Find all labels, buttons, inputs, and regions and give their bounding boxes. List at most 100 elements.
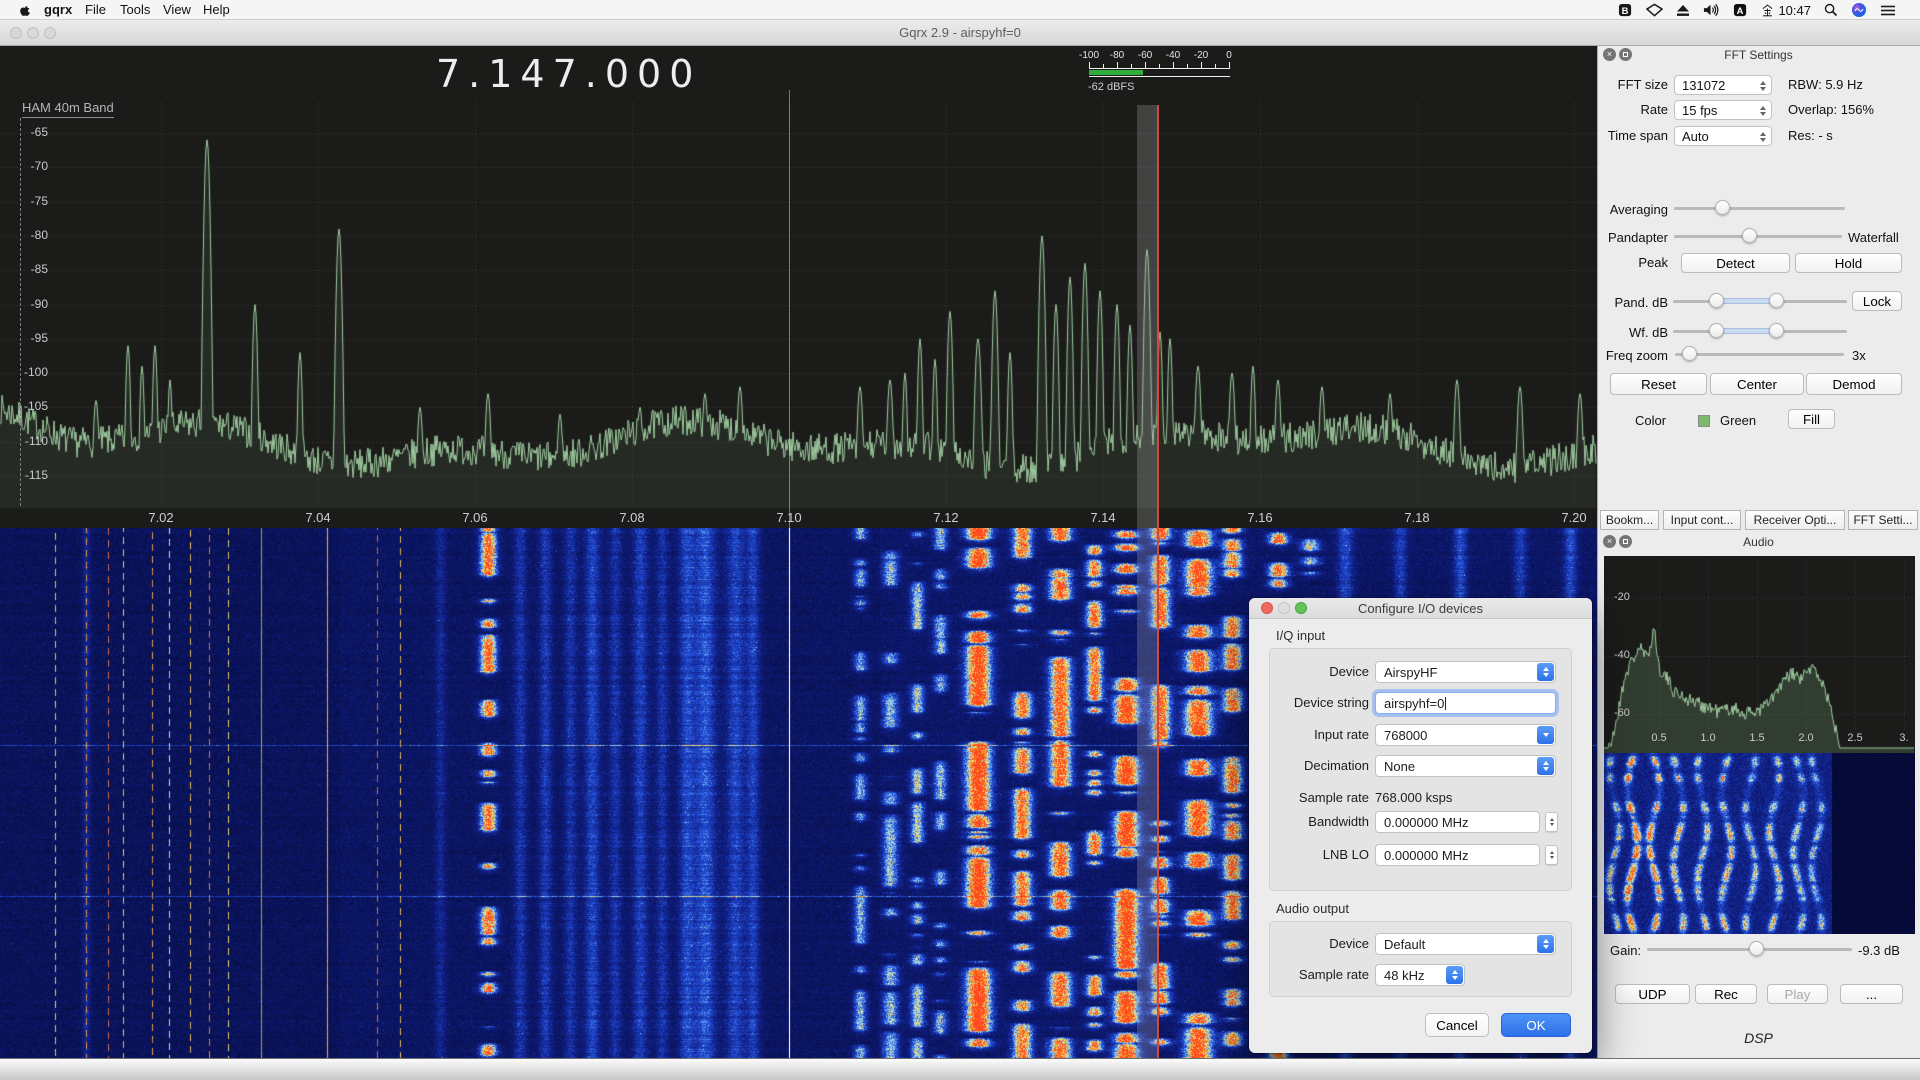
band-plan-tag: HAM 40m Band	[22, 100, 114, 118]
tab-bookmarks[interactable]: Bookm...	[1600, 510, 1659, 530]
menu-app-name[interactable]: gqrx	[44, 2, 72, 18]
waterfall-db-range-slider[interactable]	[1673, 323, 1847, 339]
window-titlebar[interactable]: Gqrx 2.9 - airspyhf=0	[0, 20, 1920, 46]
stepper-icon[interactable]	[1537, 757, 1554, 775]
rate-value: 15 fps	[1682, 102, 1717, 119]
averaging-slider[interactable]	[1674, 200, 1845, 216]
tuned-frequency-line[interactable]	[1157, 105, 1159, 1058]
spectrum-canvas[interactable]	[0, 46, 1597, 528]
lnb-lo-input[interactable]: 0.000000 MHz	[1375, 844, 1540, 866]
lock-button[interactable]: Lock	[1852, 291, 1902, 311]
output-rate-select[interactable]: 48 kHz	[1375, 964, 1465, 986]
gain-label: Gain:	[1610, 941, 1641, 961]
stepper-icon[interactable]	[1537, 935, 1554, 953]
cancel-button[interactable]: Cancel	[1425, 1013, 1489, 1037]
menu-list-icon[interactable]	[1880, 4, 1896, 17]
demod-button[interactable]: Demod	[1806, 373, 1902, 395]
decimation-select[interactable]: None	[1375, 755, 1556, 777]
diamond-icon[interactable]	[1646, 3, 1663, 17]
range-low-knob[interactable]	[1709, 293, 1724, 308]
audio-dock-header[interactable]: × Audio	[1597, 533, 1920, 551]
x-axis-tick: 7.18	[1387, 510, 1447, 525]
siri-icon[interactable]	[1851, 2, 1867, 18]
apple-menu-icon[interactable]	[18, 3, 32, 21]
averaging-slider-knob[interactable]	[1715, 200, 1730, 215]
input-rate-combo[interactable]: 768000	[1375, 724, 1556, 746]
pand-db-label: Pand. dB	[1597, 293, 1668, 313]
tab-fft-settings[interactable]: FFT Setti...	[1848, 510, 1918, 530]
text-cursor	[1445, 697, 1446, 710]
y-axis-tick: -70	[8, 159, 48, 173]
averaging-label: Averaging	[1597, 200, 1668, 220]
gain-knob[interactable]	[1749, 941, 1764, 956]
dropdown-icon[interactable]	[1537, 726, 1554, 744]
bandwidth-value: 0.000000 MHz	[1384, 814, 1469, 831]
dbfs-value-label: -62 dBFS	[1088, 81, 1134, 93]
time-span-select[interactable]: Auto	[1674, 126, 1772, 146]
demod-filter-band[interactable]	[1137, 105, 1158, 1058]
rate-select[interactable]: 15 fps	[1674, 100, 1772, 120]
panadapter-spectrum[interactable]: 7.147.000 HAM 40m Band -100-80-60-40-200…	[0, 46, 1597, 528]
peak-detect-button[interactable]: Detect	[1681, 253, 1790, 273]
fft-size-value: 131072	[1682, 77, 1725, 94]
center-button[interactable]: Center	[1710, 373, 1804, 395]
menu-help[interactable]: Help	[203, 2, 230, 18]
dbfs-tick-label: -40	[1159, 50, 1187, 61]
input-source-a-icon[interactable]: A	[1733, 3, 1748, 18]
dbfs-underline	[1089, 76, 1230, 77]
dialog-titlebar[interactable]: Configure I/O devices	[1249, 598, 1592, 619]
audio-spectrum-canvas[interactable]	[1604, 556, 1915, 753]
tab-receiver-options[interactable]: Receiver Opti...	[1745, 510, 1845, 530]
rec-button[interactable]: Rec	[1695, 984, 1757, 1004]
b-app-icon[interactable]: B	[1618, 3, 1633, 18]
dbfs-tick-label: -60	[1131, 50, 1159, 61]
peak-hold-button[interactable]: Hold	[1795, 253, 1902, 273]
color-value[interactable]: Green	[1720, 411, 1756, 431]
pandapter-db-range-slider[interactable]	[1673, 293, 1847, 309]
audio-waterfall-canvas[interactable]	[1604, 753, 1915, 934]
device-string-input[interactable]: airspyhf=0	[1375, 692, 1556, 714]
tab-input-controls[interactable]: Input cont...	[1663, 510, 1741, 530]
clock[interactable]: 10:47	[1761, 3, 1811, 18]
stepper-icon[interactable]	[1537, 663, 1554, 681]
fft-size-label: FFT size	[1597, 75, 1668, 95]
freq-zoom-knob[interactable]	[1682, 346, 1697, 361]
audio-fft-display[interactable]: -20-40-600.51.01.52.02.53.	[1604, 556, 1915, 934]
ok-button[interactable]: OK	[1501, 1013, 1571, 1037]
more-button[interactable]: ...	[1840, 984, 1903, 1004]
reset-button[interactable]: Reset	[1610, 373, 1707, 395]
window-title: Gqrx 2.9 - airspyhf=0	[0, 25, 1920, 40]
menu-tools[interactable]: Tools	[120, 2, 150, 18]
fill-button[interactable]: Fill	[1788, 409, 1835, 429]
range-high-knob[interactable]	[1769, 293, 1784, 308]
search-icon[interactable]	[1824, 3, 1838, 17]
fft-settings-header[interactable]: × FFT Settings	[1597, 46, 1920, 64]
play-button[interactable]: Play	[1767, 984, 1828, 1004]
audio-gain-slider[interactable]	[1647, 941, 1852, 957]
stepper-icon[interactable]	[1757, 78, 1769, 93]
fft-size-select[interactable]: 131072	[1674, 75, 1772, 95]
udp-button[interactable]: UDP	[1615, 984, 1690, 1004]
stepper-icon[interactable]	[1757, 103, 1769, 118]
freq-zoom-slider[interactable]	[1675, 346, 1844, 362]
stepper-icon[interactable]	[1757, 129, 1769, 144]
spinner-icon[interactable]	[1545, 812, 1558, 832]
output-device-select[interactable]: Default	[1375, 933, 1556, 955]
dc-spike-line-waterfall	[789, 528, 790, 1058]
eject-icon[interactable]	[1676, 4, 1690, 17]
gain-value: -9.3 dB	[1858, 941, 1900, 961]
split-slider-knob[interactable]	[1742, 228, 1757, 243]
menu-file[interactable]: File	[85, 2, 106, 18]
waterfall-label: Waterfall	[1848, 228, 1899, 248]
bandwidth-input[interactable]: 0.000000 MHz	[1375, 811, 1540, 833]
menu-view[interactable]: View	[163, 2, 191, 18]
stepper-icon[interactable]	[1446, 966, 1463, 984]
device-select[interactable]: AirspyHF	[1375, 661, 1556, 683]
range-low-knob[interactable]	[1709, 323, 1724, 338]
spinner-icon[interactable]	[1545, 845, 1558, 865]
pandapter-waterfall-split-slider[interactable]	[1674, 228, 1842, 244]
audio-x-tick: 2.5	[1842, 732, 1868, 744]
volume-icon[interactable]	[1703, 3, 1720, 17]
range-high-knob[interactable]	[1769, 323, 1784, 338]
frequency-display[interactable]: 7.147.000	[436, 52, 701, 96]
